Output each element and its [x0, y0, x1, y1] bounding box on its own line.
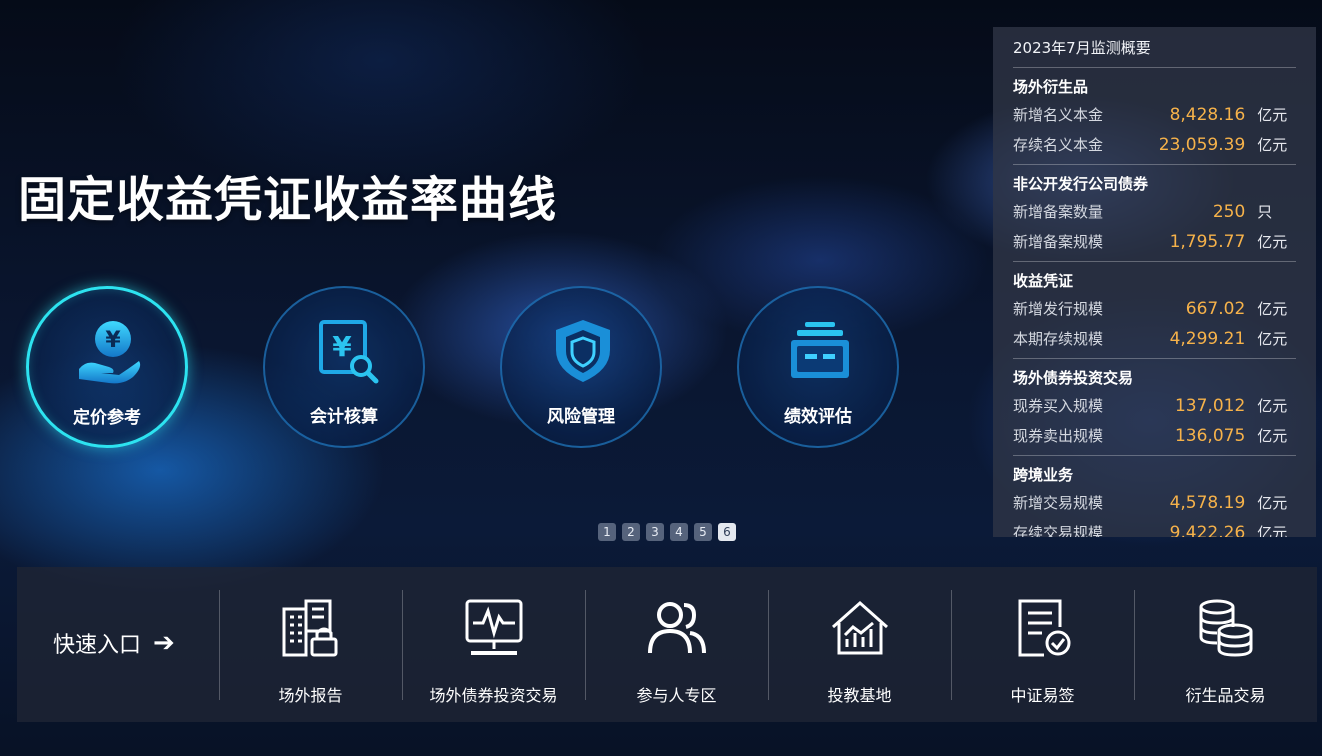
section-title: 场外衍生品 — [1013, 78, 1089, 96]
quick-item-derivatives-trading[interactable]: 衍生品交易 — [1134, 567, 1317, 722]
feature-label: 会计核算 — [310, 407, 378, 427]
quick-item-otc-report[interactable]: 场外报告 — [219, 567, 402, 722]
summary-row: 本期存续规模 4,299.21 亿元 — [1013, 324, 1296, 354]
row-value: 23,059.39 — [1158, 135, 1246, 155]
row-unit: 亿元 — [1257, 330, 1288, 348]
feature-risk-management[interactable]: 风险管理 — [500, 286, 662, 448]
row-value: 136,075 — [1174, 426, 1246, 446]
page-dot-3[interactable]: 3 — [646, 523, 664, 541]
quick-item-label: 中证易签 — [1010, 686, 1075, 705]
yen-coin-hand-icon: ¥ — [79, 321, 141, 384]
archive-box-icon — [791, 322, 849, 378]
row-unit: 只 — [1257, 203, 1273, 221]
quick-item-investor-education[interactable]: 投教基地 — [768, 567, 951, 722]
feature-label: 风险管理 — [547, 407, 615, 427]
summary-section-cross-border: 跨境业务 新增交易规模 4,578.19 亿元 存续交易规模 9,422.26 … — [1013, 456, 1296, 537]
page-dot-6[interactable]: 6 — [718, 523, 736, 541]
quick-item-label: 参与人专区 — [636, 686, 717, 705]
row-value: 667.02 — [1185, 299, 1246, 319]
summary-row: 新增发行规模 667.02 亿元 — [1013, 294, 1296, 324]
row-label: 新增发行规模 — [1013, 300, 1104, 318]
row-value: 250 — [1212, 202, 1246, 222]
summary-row: 存续名义本金 23,059.39 亿元 — [1013, 130, 1296, 160]
row-label: 新增备案数量 — [1013, 203, 1104, 221]
section-title: 跨境业务 — [1013, 466, 1074, 484]
page-dot-5[interactable]: 5 — [694, 523, 712, 541]
section-title: 非公开发行公司债券 — [1013, 175, 1149, 193]
page-title: 固定收益凭证收益率曲线 — [18, 172, 558, 228]
row-value: 4,299.21 — [1169, 329, 1246, 349]
arrow-right-icon: ➔ — [153, 628, 175, 658]
quick-item-label: 场外报告 — [278, 686, 343, 705]
quick-item-label: 投教基地 — [827, 686, 892, 705]
users-icon — [648, 602, 706, 654]
summary-row: 存续交易规模 9,422.26 亿元 — [1013, 518, 1296, 537]
row-unit: 亿元 — [1257, 300, 1288, 318]
row-unit: 亿元 — [1257, 427, 1288, 445]
row-unit: 亿元 — [1257, 136, 1288, 154]
monitor-pulse-icon — [465, 599, 523, 655]
summary-row: 新增备案规模 1,795.77 亿元 — [1013, 227, 1296, 257]
summary-row: 新增名义本金 8,428.16 亿元 — [1013, 100, 1296, 130]
row-unit: 亿元 — [1257, 494, 1288, 512]
quick-access-title: 快速入口 — [53, 633, 142, 658]
page-dot-1[interactable]: 1 — [598, 523, 616, 541]
feature-pricing-reference[interactable]: ¥ 定价参考 — [26, 286, 188, 448]
row-label: 现券买入规模 — [1013, 397, 1104, 415]
quick-access-label: 快速入口 ➔ — [53, 627, 175, 659]
summary-section-private-bonds: 非公开发行公司债券 新增备案数量 250 只 新增备案规模 1,795.77 亿… — [1013, 165, 1296, 262]
section-title: 收益凭证 — [1013, 272, 1074, 290]
row-label: 新增交易规模 — [1013, 494, 1104, 512]
row-label: 新增名义本金 — [1013, 106, 1104, 124]
section-title: 场外债券投资交易 — [1013, 369, 1134, 387]
feature-label: 定价参考 — [73, 408, 141, 428]
row-value: 1,795.77 — [1169, 232, 1246, 252]
yen-document-search-icon: ¥ — [319, 320, 379, 384]
carousel-pager: 1 2 3 4 5 6 — [598, 523, 736, 541]
summary-row: 现券买入规模 137,012 亿元 — [1013, 391, 1296, 421]
row-label: 存续交易规模 — [1013, 524, 1104, 537]
page-dot-2[interactable]: 2 — [622, 523, 640, 541]
summary-section-otc-bond-trading: 场外债券投资交易 现券买入规模 137,012 亿元 现券卖出规模 136,07… — [1013, 359, 1296, 456]
summary-title: 2023年7月监测概要 — [1013, 37, 1296, 68]
summary-row: 新增交易规模 4,578.19 亿元 — [1013, 488, 1296, 518]
feature-label: 绩效评估 — [784, 407, 852, 427]
row-unit: 亿元 — [1257, 524, 1288, 537]
row-unit: 亿元 — [1257, 233, 1288, 251]
row-value: 8,428.16 — [1169, 105, 1246, 125]
svg-text:¥: ¥ — [105, 328, 121, 353]
row-unit: 亿元 — [1257, 106, 1288, 124]
summary-section-otc-derivatives: 场外衍生品 新增名义本金 8,428.16 亿元 存续名义本金 23,059.3… — [1013, 68, 1296, 165]
summary-row: 现券卖出规模 136,075 亿元 — [1013, 421, 1296, 451]
feature-performance-evaluation[interactable]: 绩效评估 — [737, 286, 899, 448]
summary-row: 新增备案数量 250 只 — [1013, 197, 1296, 227]
coin-stack-icon — [1199, 599, 1253, 657]
row-value: 4,578.19 — [1169, 493, 1246, 513]
summary-section-income-certificates: 收益凭证 新增发行规模 667.02 亿元 本期存续规模 4,299.21 亿元 — [1013, 262, 1296, 359]
quick-item-label: 衍生品交易 — [1185, 686, 1266, 705]
row-label: 存续名义本金 — [1013, 136, 1104, 154]
row-value: 9,422.26 — [1169, 523, 1246, 537]
document-check-icon — [1018, 599, 1071, 657]
row-label: 本期存续规模 — [1013, 330, 1104, 348]
quick-item-csdc-esign[interactable]: 中证易签 — [951, 567, 1134, 722]
row-unit: 亿元 — [1257, 397, 1288, 415]
monitoring-summary-panel: 2023年7月监测概要 场外衍生品 新增名义本金 8,428.16 亿元 存续名… — [993, 27, 1316, 537]
building-lock-icon — [282, 599, 338, 657]
quick-item-participant-zone[interactable]: 参与人专区 — [585, 567, 768, 722]
quick-item-otc-bond-trading[interactable]: 场外债券投资交易 — [402, 567, 585, 722]
quick-item-label: 场外债券投资交易 — [429, 686, 558, 705]
shield-icon — [556, 320, 610, 382]
svg-text:¥: ¥ — [332, 330, 352, 363]
page-dot-4[interactable]: 4 — [670, 523, 688, 541]
quick-access-bar: 快速入口 ➔ 场外报告 场外债券投资交易 参与人专区 投教基地 中证易签 衍生品… — [17, 567, 1317, 722]
house-chart-icon — [832, 600, 888, 655]
row-label: 新增备案规模 — [1013, 233, 1104, 251]
row-label: 现券卖出规模 — [1013, 427, 1104, 445]
feature-accounting[interactable]: ¥ 会计核算 — [263, 286, 425, 448]
row-value: 137,012 — [1174, 396, 1246, 416]
